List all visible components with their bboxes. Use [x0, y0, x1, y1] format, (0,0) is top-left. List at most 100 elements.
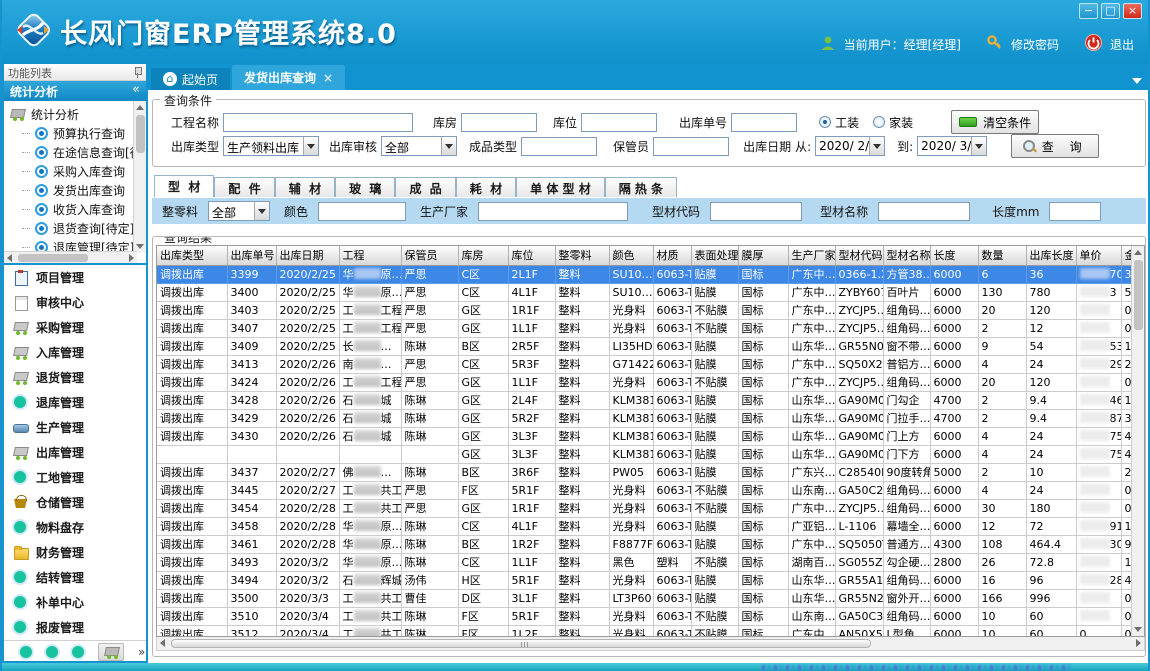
overflow-chevron[interactable]: » [138, 647, 145, 657]
column-header-8[interactable]: 颜色 [609, 246, 653, 265]
table-row-12[interactable]: 调拨出库34452020/2/27工共工程严思F区5R1F整料光身料6063-T… [157, 481, 1145, 499]
table-horizontal-scrollbar[interactable] [156, 637, 1145, 651]
tree-item-5[interactable]: 退货查询[待定] [10, 219, 146, 238]
sidebar-module-14[interactable]: 报废管理 [4, 615, 146, 640]
tree-item-2[interactable]: 采购入库查询 [10, 162, 146, 181]
table-row-17[interactable]: 调拨出库34942020/3/2石辉城汤伟H区5R1F整料光身料6063-T5贴… [157, 571, 1145, 589]
module-dot-icon[interactable] [46, 646, 58, 658]
radio-gongzhuang[interactable]: 工装 [819, 114, 859, 131]
product-type-input[interactable] [521, 137, 597, 156]
column-header-11[interactable]: 膜厚 [738, 246, 788, 265]
column-header-18[interactable]: 单价 [1076, 246, 1121, 265]
date-to-select[interactable]: 2020/ 3/16 [917, 136, 987, 156]
sidebar-module-12[interactable]: 结转管理 [4, 565, 146, 590]
tree-item-4[interactable]: 收货入库查询 [10, 200, 146, 219]
tree-horizontal-scrollbar[interactable] [4, 251, 137, 263]
project-name-input[interactable] [223, 113, 413, 132]
column-header-9[interactable]: 材质 [653, 246, 691, 265]
search-button[interactable]: 查 询 [1011, 134, 1099, 158]
column-header-2[interactable]: 出库日期 [276, 246, 339, 265]
location-input[interactable] [581, 113, 657, 132]
column-header-6[interactable]: 库位 [508, 246, 555, 265]
material-tab-5[interactable]: 耗 材 [456, 177, 516, 197]
material-tab-6[interactable]: 单 体 型 材 [516, 177, 605, 197]
material-tab-7[interactable]: 隔 热 条 [605, 177, 677, 197]
sidebar-module-8[interactable]: 工地管理 [4, 465, 146, 490]
sidebar-module-9[interactable]: 仓储管理 [4, 490, 146, 515]
table-row-1[interactable]: 调拨出库34002020/2/25华原…严思C区4L1F整料SU10…6063-… [157, 283, 1145, 301]
sidebar-module-3[interactable]: 入库管理 [4, 340, 146, 365]
maker-input[interactable] [478, 202, 628, 221]
column-header-13[interactable]: 型材代码 [835, 246, 883, 265]
tree-item-1[interactable]: 在途信息查询[待 [10, 143, 146, 162]
module-dot-icon[interactable] [20, 646, 32, 658]
sidebar-module-4[interactable]: 退货管理 [4, 365, 146, 390]
module-dot-icon[interactable] [72, 646, 84, 658]
sidebar-module-1[interactable]: 审核中心 [4, 290, 146, 315]
tab-shipment-query[interactable]: 发货出库查询 × [232, 65, 345, 90]
table-row-5[interactable]: 调拨出库34132020/2/26南…严思C区5R3F整料G714226063-… [157, 355, 1145, 373]
tab-overflow-dropdown-icon[interactable] [1132, 78, 1142, 84]
sidebar-group-header[interactable]: 统计分析 « [4, 81, 146, 101]
material-tab-4[interactable]: 成 品 [395, 177, 455, 197]
table-row-13[interactable]: 调拨出库34542020/2/28工共工程严思G区1R1F整料光身料6063-T… [157, 499, 1145, 517]
table-row-9[interactable]: 调拨出库34302020/2/26石城陈琳G区3L3F整料KLM38176063… [157, 427, 1145, 445]
table-row-3[interactable]: 调拨出库34072020/2/25工工程严思G区1L1F整料光身料6063-T5… [157, 319, 1145, 337]
table-row-20[interactable]: 调拨出库35122020/3/4工共工程陈琳F区1L2F整料光身料6063-T5… [157, 625, 1145, 637]
tree-root[interactable]: 统计分析 [10, 105, 146, 124]
table-row-8[interactable]: 调拨出库34292020/2/26石城陈琳G区5R2F整料KLM38176063… [157, 409, 1145, 427]
collapse-icon[interactable]: « [132, 82, 140, 97]
table-vertical-scrollbar[interactable] [1131, 246, 1144, 636]
close-button[interactable]: × [1123, 3, 1142, 19]
tree-item-0[interactable]: 预算执行查询 [10, 124, 146, 143]
radio-jiazhuang[interactable]: 家装 [873, 114, 913, 131]
column-header-7[interactable]: 整零料 [555, 246, 609, 265]
date-from-select[interactable]: 2020/ 2/16 [815, 136, 885, 156]
change-password-link[interactable]: 修改密码 [1011, 36, 1059, 53]
clear-conditions-button[interactable]: 清空条件 [951, 110, 1039, 134]
sidebar-module-0[interactable]: 项目管理 [4, 265, 146, 290]
sidebar-module-13[interactable]: 补单中心 [4, 590, 146, 615]
color-input[interactable] [318, 202, 406, 221]
column-header-4[interactable]: 保管员 [401, 246, 458, 265]
table-row-11[interactable]: 调拨出库34372020/2/27佛…陈琳B区3R6F整料PW056063-T5… [157, 463, 1145, 481]
tree-item-3[interactable]: 发货出库查询 [10, 181, 146, 200]
table-row-4[interactable]: 调拨出库34092020/2/25长…陈琳B区2R5F整料LI35HD6063-… [157, 337, 1145, 355]
cart-footer-button[interactable] [98, 643, 124, 661]
column-header-5[interactable]: 库房 [458, 246, 508, 265]
keeper-input[interactable] [653, 137, 729, 156]
column-header-17[interactable]: 出库长度 [1026, 246, 1076, 265]
table-row-0[interactable]: 调拨出库33992020/2/25华原…严思C区2L1F整料SU10…6063-… [157, 265, 1145, 283]
table-row-15[interactable]: 调拨出库34612020/2/28华原…陈琳B区1R2F整料F8877FT606… [157, 535, 1145, 553]
pin-icon[interactable] [133, 67, 142, 78]
tree-vertical-scrollbar[interactable] [133, 101, 146, 253]
sidebar-module-6[interactable]: 生产管理 [4, 415, 146, 440]
table-row-2[interactable]: 调拨出库34032020/2/25工工程严思G区1R1F整料光身料6063-T5… [157, 301, 1145, 319]
material-tab-3[interactable]: 玻 璃 [335, 177, 395, 197]
tab-home[interactable]: ⌂ 起始页 [151, 68, 230, 90]
table-row-14[interactable]: 调拨出库34582020/2/28华原…陈琳C区4L1F整料光身料6063-T5… [157, 517, 1145, 535]
whole-select[interactable]: 全部 [208, 201, 270, 221]
table-row-7[interactable]: 调拨出库34282020/2/26石城陈琳G区2L4F整料KLM38176063… [157, 391, 1145, 409]
sidebar-module-7[interactable]: 出库管理 [4, 440, 146, 465]
audit-select[interactable]: 全部 [381, 136, 457, 156]
length-input[interactable] [1049, 202, 1101, 221]
column-header-1[interactable]: 出库单号 [227, 246, 276, 265]
sidebar-module-5[interactable]: 退库管理 [4, 390, 146, 415]
column-header-14[interactable]: 型材名称 [883, 246, 930, 265]
table-row-10[interactable]: G区3L3F整料KLM38176063-T5贴膜国标山东华…GA90M09.门下… [157, 445, 1145, 463]
table-row-16[interactable]: 调拨出库34932020/3/2华原…陈琳C区1L1F整料黑色塑料不贴膜国标湖南… [157, 553, 1145, 571]
warehouse-input[interactable] [461, 113, 537, 132]
column-header-10[interactable]: 表面处理 [691, 246, 738, 265]
material-tab-2[interactable]: 辅 材 [275, 177, 335, 197]
maximize-button[interactable]: □ [1101, 3, 1120, 19]
tab-close-icon[interactable]: × [323, 71, 333, 85]
sidebar-module-10[interactable]: 物料盘存 [4, 515, 146, 540]
column-header-0[interactable]: 出库类型 [157, 246, 227, 265]
column-header-16[interactable]: 数量 [978, 246, 1026, 265]
logout-link[interactable]: 退出 [1110, 36, 1134, 53]
order-no-input[interactable] [731, 113, 797, 132]
material-tab-0[interactable]: 型 材 [154, 175, 214, 197]
table-row-6[interactable]: 调拨出库34242020/2/26工工程严思G区1L1F整料光身料6063-T5… [157, 373, 1145, 391]
material-tab-1[interactable]: 配 件 [214, 177, 274, 197]
